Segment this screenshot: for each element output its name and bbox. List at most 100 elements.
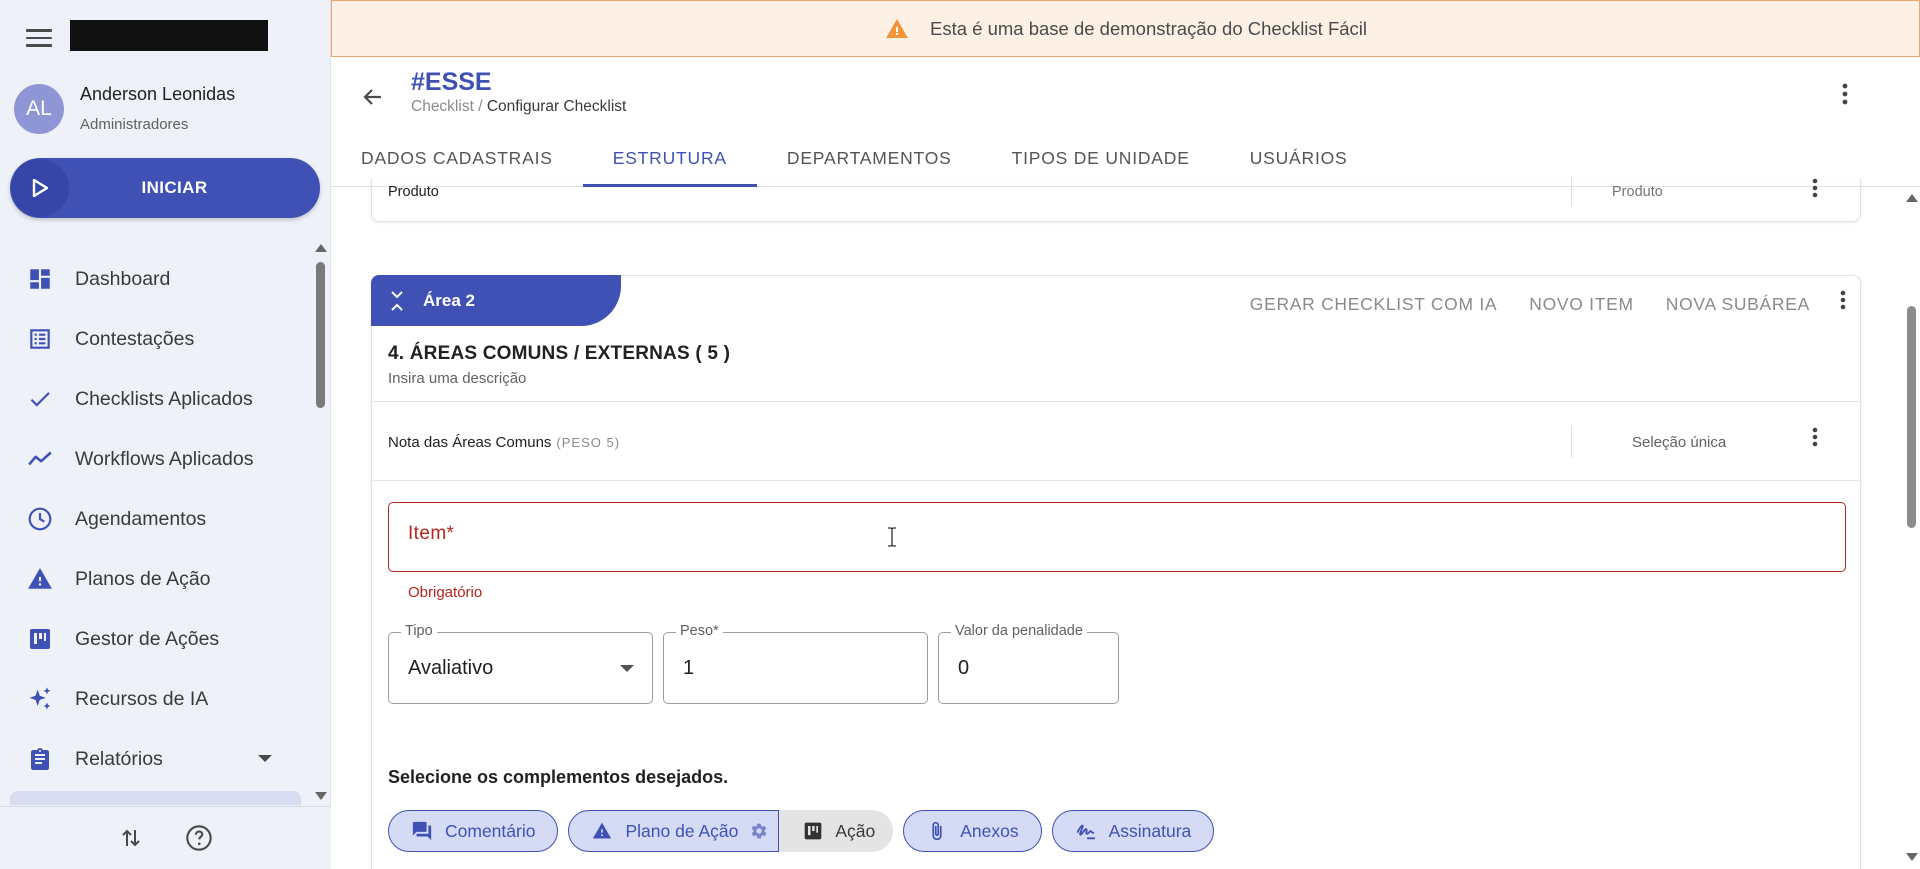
- chip-label: Comentário: [445, 820, 536, 841]
- tipo-value: Avaliativo: [408, 657, 494, 679]
- sidebar-item-label: Planos de Ação: [75, 567, 211, 590]
- area-actions: GERAR CHECKLIST COM IA NOVO ITEM NOVA SU…: [1250, 294, 1810, 315]
- main: Esta é uma base de demonstração do Check…: [331, 0, 1920, 869]
- sort-arrows-icon[interactable]: [116, 823, 146, 853]
- list-icon: [25, 324, 55, 354]
- sidebar-item-dashboard[interactable]: Dashboard: [0, 249, 310, 309]
- divider: [1571, 426, 1572, 458]
- item-name: Nota das Áreas Comuns: [388, 434, 552, 451]
- more-vert-icon[interactable]: [1812, 427, 1818, 452]
- sidebar-item-label: Workflows Aplicados: [75, 447, 254, 470]
- chip-label: Ação: [835, 820, 876, 841]
- previous-item-card: Produto Produto: [371, 178, 1861, 222]
- scroll-down-icon[interactable]: [1906, 853, 1918, 861]
- item-label: Produto: [388, 184, 439, 200]
- anexos-chip[interactable]: Anexos: [903, 810, 1042, 852]
- scroll-up-icon[interactable]: [315, 244, 327, 252]
- acao-chip[interactable]: Ação: [779, 810, 894, 852]
- warning-icon: [25, 564, 55, 594]
- breadcrumb-root[interactable]: Checklist: [411, 98, 474, 115]
- dashboard-icon: [25, 264, 55, 294]
- area-description[interactable]: Insira uma descrição: [388, 370, 526, 387]
- list-item[interactable]: Nota das Áreas Comuns (PESO 5) Seleção ún…: [372, 401, 1860, 481]
- menu-icon[interactable]: [26, 29, 52, 49]
- breadcrumb: Checklist / Configurar Checklist: [411, 98, 626, 116]
- item-input[interactable]: Item*: [388, 502, 1846, 572]
- start-label: INICIAR: [141, 178, 208, 197]
- sidebar-item-label: Dashboard: [75, 267, 171, 290]
- item-type: Produto: [1612, 184, 1663, 200]
- signature-icon: [1075, 820, 1097, 842]
- sidebar-footer: [0, 806, 331, 869]
- divider: [1571, 178, 1572, 206]
- warning-icon: [591, 820, 613, 842]
- sidebar-item-label: Agendamentos: [75, 507, 207, 530]
- sidebar: AL Anderson Leonidas Administradores INI…: [0, 0, 331, 869]
- user-name: Anderson Leonidas: [80, 84, 236, 104]
- item-weight: (PESO 5): [556, 435, 621, 450]
- area-tag: Área 2: [371, 275, 621, 326]
- scrollbar-thumb[interactable]: [1907, 306, 1916, 528]
- generate-ai-checklist-button[interactable]: GERAR CHECKLIST COM IA: [1250, 294, 1497, 315]
- sidebar-item-planos-de-acao[interactable]: Planos de Ação: [0, 549, 310, 609]
- chip-label: Plano de Ação: [625, 820, 739, 841]
- sidebar-item-gestor-de-acoes[interactable]: Gestor de Ações: [0, 609, 310, 669]
- sidebar-item-checklists-aplicados[interactable]: Checklists Aplicados: [0, 369, 310, 429]
- peso-field[interactable]: Peso* 1: [663, 623, 928, 704]
- penalidade-field[interactable]: Valor da penalidade 0: [938, 623, 1119, 704]
- more-vert-icon[interactable]: [1830, 79, 1860, 109]
- chevron-down-icon: [620, 665, 634, 672]
- sidebar-item-recursos-de-ia[interactable]: Recursos de IA: [0, 669, 310, 729]
- sidebar-nav: Dashboard Contestações Checklists Aplica…: [0, 249, 310, 789]
- kanban-icon: [803, 821, 823, 841]
- item-error: Obrigatório: [408, 584, 483, 601]
- check-icon: [25, 384, 55, 414]
- sparkles-icon: [25, 684, 55, 714]
- sidebar-item-label: Contestações: [75, 327, 195, 350]
- main-scrollbar[interactable]: [1902, 188, 1920, 869]
- new-item-button[interactable]: NOVO ITEM: [1529, 294, 1634, 315]
- sidebar-item-label: Relatórios: [75, 747, 163, 770]
- comment-icon: [411, 820, 433, 842]
- collapse-icon[interactable]: [389, 289, 405, 313]
- scroll-down-icon[interactable]: [315, 792, 327, 800]
- breadcrumb-separator: /: [473, 98, 487, 115]
- play-icon: [11, 159, 69, 217]
- demo-banner: Esta é uma base de demonstração do Check…: [331, 0, 1920, 57]
- peso-value: 1: [683, 657, 695, 679]
- page-title: #ESSE: [411, 68, 492, 96]
- help-icon[interactable]: [184, 823, 214, 853]
- plano-acao-chip-group: Plano de Ação Ação: [568, 810, 894, 852]
- text-cursor-icon: [887, 527, 897, 547]
- sidebar-item-label: Gestor de Ações: [75, 627, 220, 650]
- complements-chips: Comentário Plano de Ação Ação Anexos Ass…: [388, 810, 1224, 852]
- sidebar-item-workflows-aplicados[interactable]: Workflows Aplicados: [0, 429, 310, 489]
- gear-icon[interactable]: [750, 822, 768, 840]
- sidebar-item-contestacoes[interactable]: Contestações: [0, 309, 310, 369]
- tipo-select[interactable]: Tipo Avaliativo: [388, 623, 653, 704]
- sidebar-item-relatorios[interactable]: Relatórios: [0, 729, 310, 789]
- page-header: #ESSE Checklist / Configurar Checklist D…: [331, 57, 1920, 187]
- more-vert-icon[interactable]: [1812, 178, 1818, 203]
- start-button[interactable]: INICIAR: [10, 158, 320, 218]
- area-tag-label: Área 2: [423, 290, 475, 310]
- area-title[interactable]: 4. ÁREAS COMUNS / EXTERNAS ( 5 ): [388, 343, 730, 365]
- sidebar-item-selected-partial[interactable]: [10, 791, 301, 805]
- more-vert-icon[interactable]: [1840, 290, 1846, 315]
- sidebar-scrollbar[interactable]: [312, 240, 328, 800]
- brand-logo: [70, 20, 268, 51]
- attachment-icon: [926, 820, 948, 842]
- peso-label: Peso*: [676, 623, 723, 639]
- back-arrow-icon[interactable]: [357, 81, 389, 113]
- item-label: Nota das Áreas Comuns (PESO 5): [388, 434, 620, 451]
- comentario-chip[interactable]: Comentário: [388, 810, 559, 852]
- user-role: Administradores: [80, 116, 189, 133]
- avatar[interactable]: AL: [14, 84, 64, 134]
- plano-acao-chip[interactable]: Plano de Ação: [568, 810, 780, 852]
- chevron-down-icon[interactable]: [258, 755, 272, 762]
- assinatura-chip[interactable]: Assinatura: [1051, 810, 1215, 852]
- scrollbar-thumb[interactable]: [316, 262, 325, 408]
- sidebar-item-agendamentos[interactable]: Agendamentos: [0, 489, 310, 549]
- scroll-up-icon[interactable]: [1906, 194, 1918, 202]
- new-subarea-button[interactable]: NOVA SUBÁREA: [1666, 294, 1810, 315]
